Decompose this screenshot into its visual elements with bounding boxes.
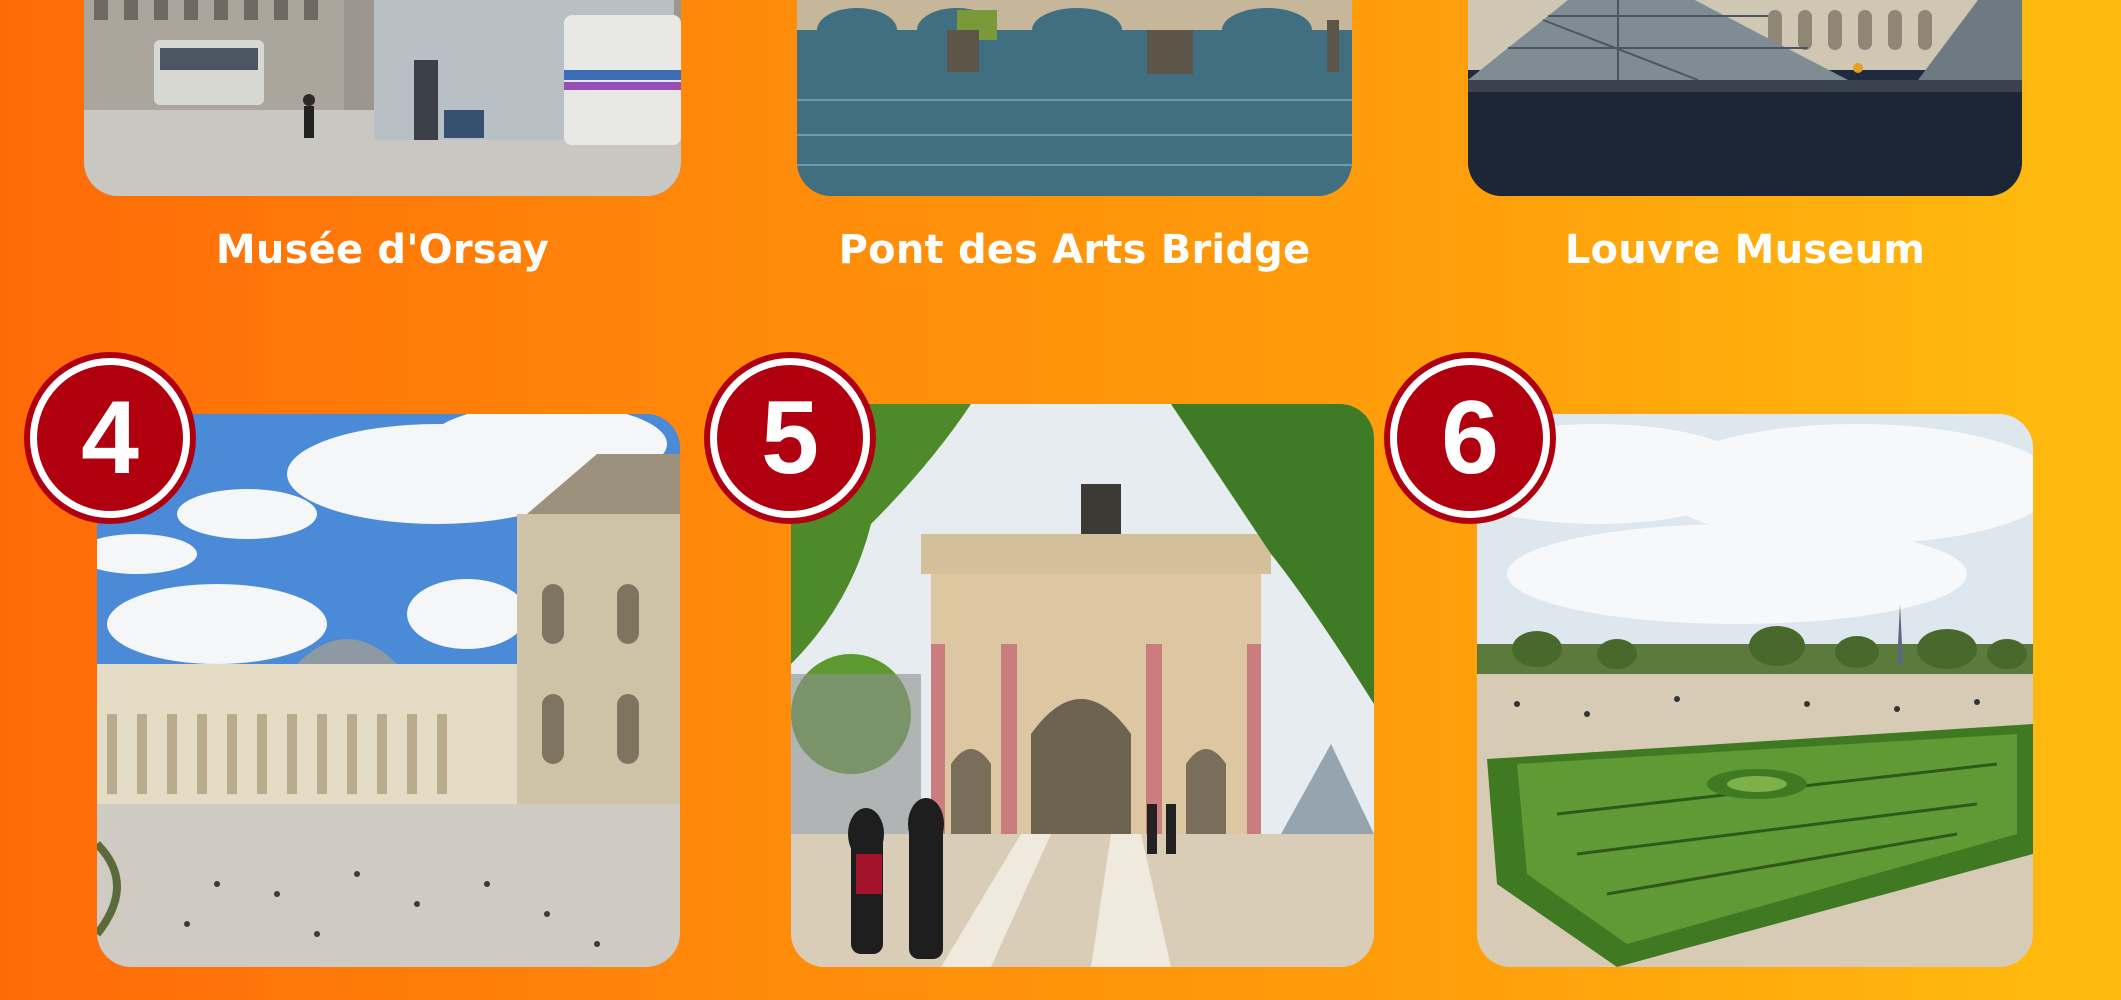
louvre-courtyard-photo	[97, 414, 680, 967]
caption-louvre: Louvre Museum	[1564, 227, 1926, 273]
caption-pont-des-arts: Pont des Arts Bridge	[838, 227, 1311, 273]
badge-number-5: 5	[710, 358, 870, 518]
louvre-pyramid-photo	[1468, 0, 2022, 196]
orsay-street-photo	[84, 0, 681, 196]
tuileries-garden-photo	[1477, 414, 2033, 967]
arc-du-carrousel-photo	[791, 404, 1374, 967]
badge-number-6: 6	[1390, 358, 1550, 518]
caption-orsay: Musée d'Orsay	[215, 227, 550, 273]
seine-bridge-photo	[797, 0, 1352, 196]
badge-number-4: 4	[30, 358, 190, 518]
